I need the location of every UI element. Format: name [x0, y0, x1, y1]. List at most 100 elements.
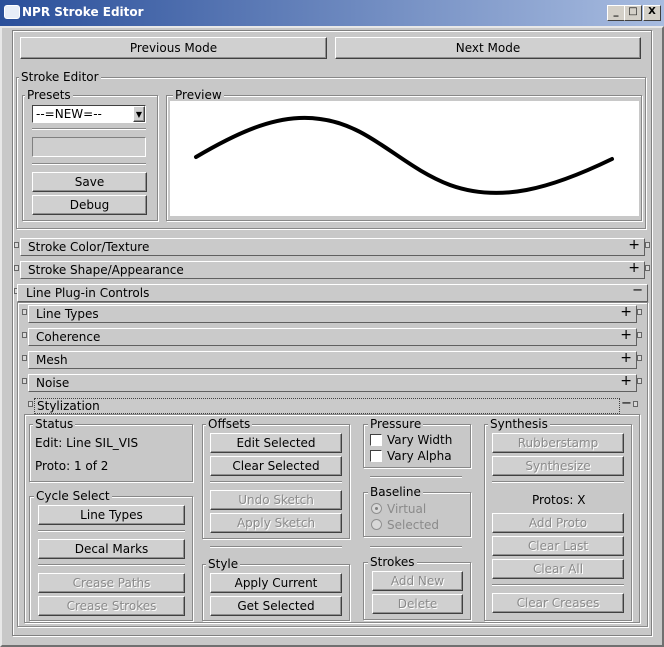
undo-sketch-button[interactable]: Undo Sketch	[210, 490, 342, 510]
synthesis-label: Synthesis	[488, 417, 550, 431]
status-group	[29, 424, 193, 482]
rollout-line-plugin-controls[interactable]: Line Plug-in Controls −	[17, 283, 648, 302]
divider	[32, 128, 146, 130]
rollout-nub	[28, 401, 33, 407]
crease-paths-button[interactable]: Crease Paths	[38, 573, 185, 593]
rollout-nub	[22, 309, 27, 315]
delete-button[interactable]: Delete	[372, 594, 463, 614]
rollout-mesh[interactable]: Mesh +	[28, 350, 637, 369]
stroke-curve	[194, 115, 614, 195]
rollout-label: Stylization	[37, 399, 100, 413]
rollout-label: Coherence	[36, 330, 101, 344]
vary-width-checkbox[interactable]	[370, 434, 382, 446]
status-label: Status	[33, 417, 76, 431]
add-new-button[interactable]: Add New	[372, 571, 463, 591]
expand-icon[interactable]: +	[628, 260, 640, 276]
divider	[38, 564, 185, 566]
rollout-label: Noise	[36, 376, 70, 390]
collapse-icon[interactable]: −	[632, 283, 643, 298]
collapse-icon[interactable]: −	[621, 396, 632, 411]
rollout-nub	[637, 309, 642, 315]
clear-creases-button[interactable]: Clear Creases	[492, 593, 624, 613]
edit-selected-button[interactable]: Edit Selected	[210, 433, 342, 453]
expand-icon[interactable]: +	[620, 350, 632, 366]
get-selected-button[interactable]: Get Selected	[210, 596, 342, 616]
rollout-nub	[637, 355, 642, 361]
minimize-button[interactable]: _	[607, 5, 625, 21]
rollout-label: Stroke Color/Texture	[28, 240, 150, 254]
vary-alpha-checkbox[interactable]	[370, 450, 382, 462]
apply-sketch-button[interactable]: Apply Sketch	[210, 513, 342, 533]
presets-label: Presets	[25, 88, 73, 102]
rubberstamp-button[interactable]: Rubberstamp	[492, 433, 624, 453]
window-title: NPR Stroke Editor	[22, 5, 144, 19]
rollout-nub	[637, 378, 642, 384]
preset-select-value: --=NEW=--	[36, 107, 102, 121]
expand-icon[interactable]: +	[620, 327, 632, 343]
vary-alpha-label: Vary Alpha	[387, 449, 452, 463]
virtual-label: Virtual	[387, 502, 427, 516]
rollout-stroke-shape-appearance[interactable]: Stroke Shape/Appearance +	[20, 260, 645, 279]
rollout-noise[interactable]: Noise +	[28, 373, 637, 392]
apply-current-button[interactable]: Apply Current	[210, 573, 342, 593]
expand-icon[interactable]: +	[620, 373, 632, 389]
title-bar: NPR Stroke Editor _ □ X	[0, 0, 664, 26]
rollout-stylization[interactable]: Stylization	[34, 398, 620, 414]
divider	[370, 546, 462, 548]
divider	[210, 481, 342, 483]
divider	[38, 530, 185, 532]
rollout-nub	[14, 265, 19, 271]
debug-button[interactable]: Debug	[32, 195, 147, 215]
clear-selected-button[interactable]: Clear Selected	[210, 456, 342, 476]
rollout-nub	[645, 242, 650, 248]
selected-radio[interactable]	[371, 519, 382, 530]
previous-mode-button[interactable]: Previous Mode	[20, 37, 327, 59]
line-types-button[interactable]: Line Types	[38, 505, 185, 525]
next-mode-button[interactable]: Next Mode	[335, 37, 641, 59]
rollout-nub	[22, 355, 27, 361]
virtual-radio[interactable]	[371, 503, 382, 514]
save-button[interactable]: Save	[32, 172, 147, 192]
divider	[492, 584, 624, 586]
status-proto-text: Proto: 1 of 2	[35, 459, 109, 473]
synthesize-button[interactable]: Synthesize	[492, 456, 624, 476]
divider	[210, 546, 342, 548]
rollout-label: Stroke Shape/Appearance	[28, 263, 184, 277]
app-icon	[4, 5, 20, 19]
rollout-label: Mesh	[36, 353, 68, 367]
pressure-label: Pressure	[368, 417, 424, 431]
expand-icon[interactable]: +	[620, 304, 632, 320]
rollout-label: Line Types	[36, 307, 99, 321]
rollout-stroke-color-texture[interactable]: Stroke Color/Texture +	[20, 237, 645, 256]
decal-marks-button[interactable]: Decal Marks	[38, 539, 185, 559]
rollout-coherence[interactable]: Coherence +	[28, 327, 637, 346]
stroke-preview-canvas[interactable]	[170, 101, 639, 216]
rollout-nub	[14, 242, 19, 248]
crease-strokes-button[interactable]: Crease Strokes	[38, 596, 185, 616]
preset-select[interactable]: --=NEW=-- ▼	[32, 105, 146, 123]
rollout-nub	[22, 332, 27, 338]
divider	[32, 163, 146, 165]
protos-count: Protos: X	[532, 493, 586, 507]
rollout-line-types[interactable]: Line Types +	[28, 304, 637, 323]
cycle-select-label: Cycle Select	[34, 489, 112, 503]
rollout-nub	[22, 378, 27, 384]
offsets-label: Offsets	[206, 417, 253, 431]
preset-name-field[interactable]	[32, 137, 146, 157]
add-proto-button[interactable]: Add Proto	[492, 513, 624, 533]
close-button[interactable]: X	[643, 5, 661, 21]
chevron-down-icon[interactable]: ▼	[133, 106, 145, 122]
maximize-button[interactable]: □	[624, 5, 642, 21]
rollout-nub	[637, 332, 642, 338]
status-edit-text: Edit: Line SIL_VIS	[35, 436, 139, 450]
style-label: Style	[206, 557, 241, 571]
stroke-editor-label: Stroke Editor	[19, 70, 101, 84]
rollout-nub	[645, 265, 650, 271]
selected-label: Selected	[387, 518, 440, 532]
strokes-label: Strokes	[368, 555, 417, 569]
clear-last-button[interactable]: Clear Last	[492, 536, 624, 556]
expand-icon[interactable]: +	[628, 237, 640, 253]
clear-all-button[interactable]: Clear All	[492, 559, 624, 579]
vary-width-label: Vary Width	[387, 433, 453, 447]
divider	[492, 481, 624, 483]
